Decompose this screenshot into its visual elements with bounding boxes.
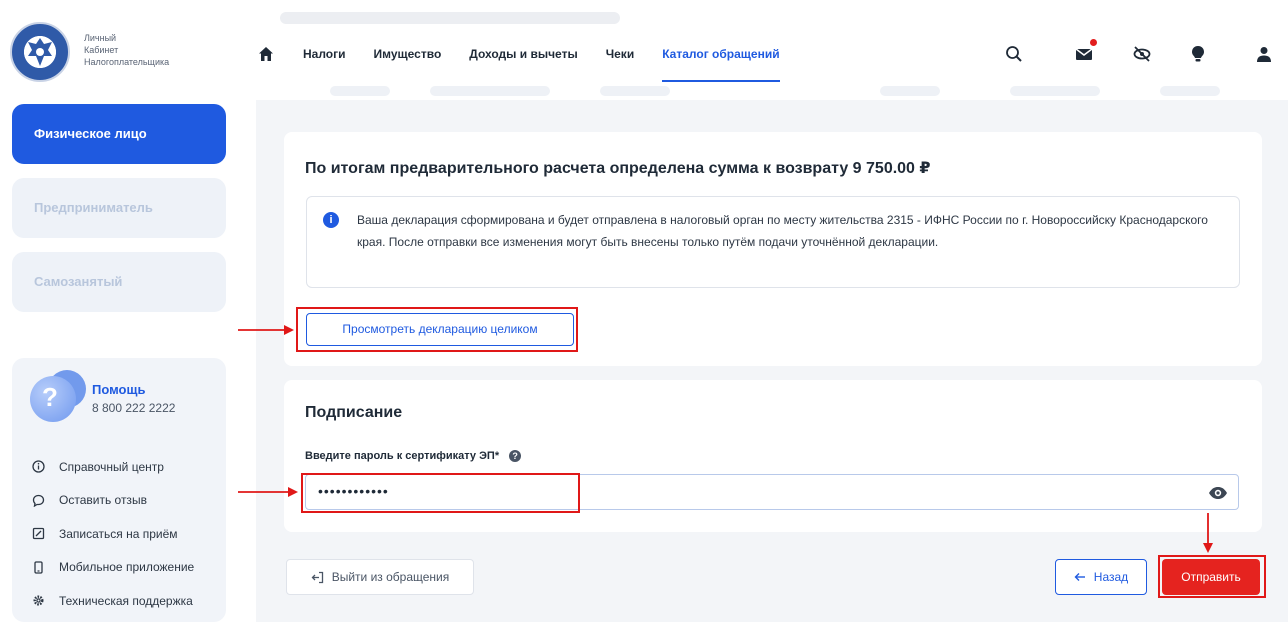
eye-off-icon (1133, 46, 1151, 62)
edit-calendar-icon (32, 528, 45, 540)
blurred-banner (280, 12, 620, 24)
back-button[interactable]: Назад (1055, 559, 1147, 595)
password-label: Введите пароль к сертификату ЭП* ? (305, 450, 522, 462)
help-phone[interactable]: 8 800 222 2222 (92, 401, 175, 415)
top-header: Личный Кабинет Налогоплательщика Налоги … (0, 0, 1288, 100)
highlight-password-field (301, 473, 580, 513)
nav-item-income-deductions[interactable]: Доходы и вычеты (469, 40, 577, 70)
help-card: ? Помощь 8 800 222 2222 Справочный центр… (12, 358, 226, 622)
help-link-label: Справочный центр (59, 459, 164, 474)
blurred-shape (330, 86, 390, 96)
nav-item-taxes[interactable]: Налоги (303, 40, 346, 70)
nav-item-requests-catalog[interactable]: Каталог обращений (662, 40, 780, 82)
blurred-shape (1010, 86, 1100, 96)
search-button[interactable] (996, 36, 1032, 72)
main-nav: Налоги Имущество Доходы и вычеты Чеки Ка… (303, 40, 780, 82)
help-link-appointment[interactable]: Записаться на приём (32, 517, 194, 551)
password-label-text: Введите пароль к сертификату ЭП* (305, 450, 500, 462)
nav-item-receipts[interactable]: Чеки (606, 40, 635, 70)
eye-icon[interactable] (1208, 483, 1228, 503)
info-icon: i (323, 212, 339, 228)
logo-line-2: Кабинет (84, 45, 119, 55)
user-icon (1257, 47, 1271, 62)
info-notice-text: Ваша декларация сформирована и будет отп… (357, 213, 1208, 249)
lightbulb-icon (1192, 46, 1204, 62)
unread-dot (1090, 39, 1097, 46)
question-mark-glyph: ? (42, 382, 58, 412)
arrow-left-icon (1074, 573, 1085, 581)
tips-button[interactable] (1180, 36, 1216, 72)
role-entrepreneur[interactable]: Предприниматель (12, 178, 226, 238)
phone-icon (34, 561, 43, 574)
info-circle-icon (32, 460, 45, 473)
help-link-label: Мобильное приложение (59, 560, 195, 575)
highlight-send-button (1158, 555, 1266, 598)
blurred-shape (600, 86, 670, 96)
help-link-tech-support[interactable]: Техническая поддержка (32, 584, 194, 618)
logo-caption: Личный Кабинет Налогоплательщика (84, 32, 169, 68)
fns-emblem-logo[interactable] (10, 22, 70, 82)
search-icon (1006, 46, 1022, 62)
blurred-shape (1160, 86, 1220, 96)
help-link-feedback[interactable]: Оставить отзыв (32, 484, 194, 518)
annotation-arrow-down-icon (1203, 513, 1213, 553)
help-link-mobile-app[interactable]: Мобильное приложение (32, 551, 194, 585)
gear-icon (33, 595, 44, 606)
question-help-icon[interactable]: ? (509, 450, 522, 462)
visually-impaired-button[interactable] (1124, 36, 1160, 72)
mail-icon (1075, 48, 1093, 60)
blurred-shape (880, 86, 940, 96)
annotation-arrow-right-icon (238, 325, 294, 335)
role-self-employed[interactable]: Самозанятый (12, 252, 226, 312)
nav-item-property[interactable]: Имущество (374, 40, 442, 70)
blurred-shape (430, 86, 550, 96)
exit-request-button[interactable]: Выйти из обращения (286, 559, 474, 595)
logout-icon (311, 571, 323, 583)
main-content: По итогам предварительного расчета опред… (256, 100, 1288, 622)
help-link-label: Оставить отзыв (59, 493, 147, 508)
help-title[interactable]: Помощь (92, 382, 145, 397)
logo-line-3: Налогоплательщика (84, 57, 170, 67)
chat-bubble-icon (32, 494, 45, 507)
help-links: Справочный центр Оставить отзыв Записать… (32, 450, 194, 618)
back-label: Назад (1093, 570, 1129, 584)
info-notice: i Ваша декларация сформирована и будет о… (306, 196, 1240, 288)
help-link-label: Техническая поддержка (59, 593, 193, 608)
highlight-view-declaration (296, 307, 578, 352)
profile-button[interactable] (1246, 36, 1282, 72)
sidebar: Физическое лицо Предприниматель Самозаня… (0, 100, 240, 622)
signing-title: Подписание (305, 404, 403, 421)
home-icon[interactable] (258, 46, 274, 62)
exit-request-label: Выйти из обращения (331, 570, 450, 584)
annotation-arrow-right-icon (238, 487, 298, 497)
refund-result-title: По итогам предварительного расчета опред… (305, 160, 931, 177)
role-individual[interactable]: Физическое лицо (12, 104, 226, 164)
help-link-label: Записаться на приём (59, 526, 178, 541)
eagle-icon (28, 38, 52, 66)
logo-line-1: Личный (84, 33, 117, 43)
messages-button[interactable] (1066, 36, 1102, 72)
help-link-reference-center[interactable]: Справочный центр (32, 450, 194, 484)
